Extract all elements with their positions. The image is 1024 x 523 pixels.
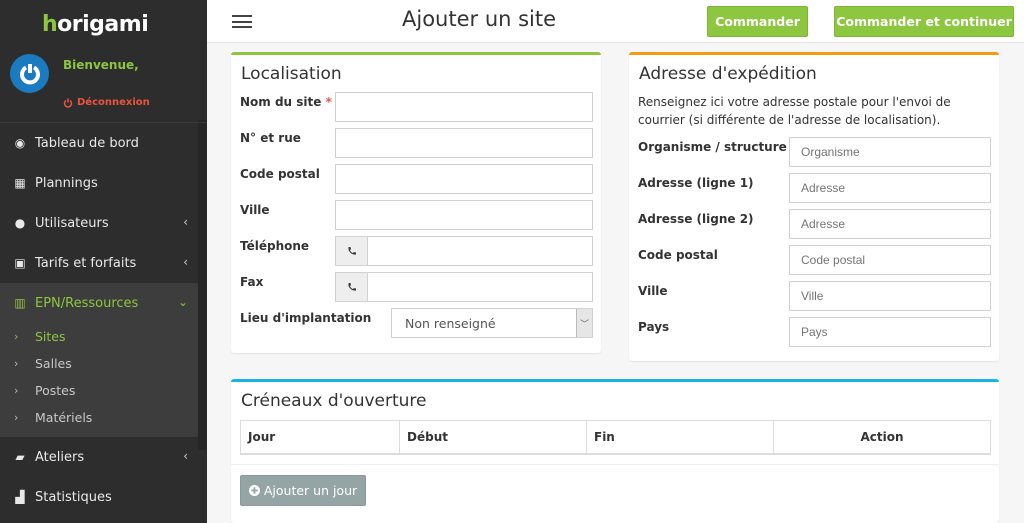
- opening-hours-title: Créneaux d'ouverture: [241, 391, 427, 411]
- postal-code-input[interactable]: [335, 164, 593, 194]
- shipping-postal-input[interactable]: [789, 245, 991, 275]
- panel-footer-divider: [231, 464, 999, 465]
- logout-link[interactable]: Déconnexion: [63, 97, 150, 108]
- sidebar: horigami Bienvenue, Déconnexion ◉ Tablea…: [0, 0, 207, 523]
- chevron-down-icon: ⌄: [177, 295, 188, 309]
- opening-hours-panel: Créneaux d'ouverture Jour Début Fin Acti…: [231, 379, 999, 523]
- column-header-action: Action: [860, 430, 904, 444]
- postal-code-label: Code postal: [240, 167, 320, 181]
- resources-submenu: › Sites › Salles › Postes › Matériels: [0, 323, 198, 437]
- sidebar-item-resources[interactable]: ▥ EPN/Ressources ⌄: [0, 283, 198, 323]
- money-icon: ▣: [14, 256, 26, 270]
- opening-hours-table: Jour Début Fin Action: [240, 420, 991, 455]
- phone-label: Téléphone: [240, 239, 310, 253]
- submenu-item-equipment[interactable]: › Matériels: [0, 404, 198, 431]
- submenu-item-stations[interactable]: › Postes: [0, 377, 198, 404]
- sidebar-item-workshops[interactable]: ▰ Ateliers ‹: [0, 437, 198, 477]
- phone-input[interactable]: [367, 236, 593, 266]
- shipping-postal-label: Code postal: [638, 248, 718, 262]
- address-line2-label: Adresse (ligne 2): [638, 212, 754, 226]
- avatar: [10, 54, 49, 93]
- address-line1-label: Adresse (ligne 1): [638, 176, 754, 190]
- chevron-right-icon: ›: [14, 384, 19, 397]
- country-input[interactable]: [789, 317, 991, 347]
- location-type-select[interactable]: Non renseigné ﹀: [391, 308, 593, 338]
- organisation-label: Organisme / structure: [638, 140, 787, 154]
- phone-icon: [348, 283, 356, 291]
- plus-circle-icon: [248, 485, 260, 496]
- calendar-icon: ▦: [14, 176, 26, 190]
- dashboard-icon: ◉: [14, 136, 26, 150]
- sidebar-scrollbar[interactable]: [198, 120, 207, 450]
- power-icon: [63, 98, 73, 108]
- logo[interactable]: horigami: [42, 12, 149, 37]
- topbar: Ajouter un site Commander Commander et c…: [207, 0, 1024, 43]
- sidebar-item-users[interactable]: ● Utilisateurs ‹: [0, 203, 198, 243]
- sidebar-item-statistics[interactable]: ▟ Statistiques: [0, 477, 198, 517]
- shipping-title: Adresse d'expédition: [639, 64, 817, 84]
- bar-chart-icon: ▟: [15, 490, 25, 504]
- users-icon: ●: [14, 216, 26, 230]
- location-type-label: Lieu d'implantation: [240, 311, 372, 325]
- column-header-start: Début: [400, 421, 587, 453]
- phone-icon: [348, 247, 356, 255]
- phone-addon: [335, 236, 368, 266]
- welcome-text: Bienvenue,: [63, 58, 139, 72]
- sidebar-nav: ◉ Tableau de bord ▦ Plannings ● Utilisat…: [0, 123, 198, 517]
- chevron-left-icon: ‹: [183, 215, 188, 229]
- shipping-panel: Adresse d'expédition Renseignez ici votr…: [629, 52, 999, 361]
- chevron-right-icon: ›: [14, 411, 19, 424]
- localisation-title: Localisation: [241, 64, 342, 84]
- shipping-city-input[interactable]: [789, 281, 991, 311]
- city-input[interactable]: [335, 200, 593, 230]
- localisation-panel: Localisation Nom du site * N° et rue Cod…: [231, 52, 601, 353]
- submenu-item-sites[interactable]: › Sites: [0, 323, 198, 350]
- order-button[interactable]: Commander: [707, 6, 808, 37]
- address-line1-input[interactable]: [789, 173, 991, 203]
- shipping-description: Renseignez ici votre adresse postale pou…: [638, 95, 951, 127]
- sidebar-item-dashboard[interactable]: ◉ Tableau de bord: [0, 123, 198, 163]
- chevron-left-icon: ‹: [183, 449, 188, 463]
- building-icon: ▥: [14, 296, 26, 310]
- chevron-right-icon: ›: [14, 357, 19, 370]
- order-continue-button[interactable]: Commander et continuer: [834, 6, 1014, 37]
- chevron-down-icon: ﹀: [576, 309, 592, 337]
- fax-addon: [335, 272, 368, 302]
- chevron-right-icon: ›: [14, 330, 19, 343]
- shipping-city-label: Ville: [638, 284, 668, 298]
- chevron-left-icon: ‹: [183, 255, 188, 269]
- organisation-input[interactable]: [789, 137, 991, 167]
- menu-toggle-icon[interactable]: [232, 15, 252, 29]
- street-label: N° et rue: [240, 131, 301, 145]
- book-icon: ▰: [15, 450, 25, 464]
- submenu-item-rooms[interactable]: › Salles: [0, 350, 198, 377]
- street-input[interactable]: [335, 128, 593, 158]
- column-header-day: Jour: [241, 421, 400, 453]
- site-name-input[interactable]: [335, 92, 593, 122]
- sidebar-item-plannings[interactable]: ▦ Plannings: [0, 163, 198, 203]
- country-label: Pays: [638, 320, 670, 334]
- site-name-label: Nom du site *: [240, 95, 332, 109]
- power-logo-icon: [19, 63, 40, 84]
- fax-input[interactable]: [367, 272, 593, 302]
- address-line2-input[interactable]: [789, 209, 991, 239]
- sidebar-item-pricing[interactable]: ▣ Tarifs et forfaits ‹: [0, 243, 198, 283]
- required-marker: *: [325, 95, 332, 109]
- page-title: Ajouter un site: [402, 7, 557, 31]
- column-header-end: Fin: [587, 421, 774, 453]
- city-label: Ville: [240, 203, 270, 217]
- fax-label: Fax: [240, 275, 264, 289]
- add-day-button[interactable]: Ajouter un jour: [240, 475, 366, 506]
